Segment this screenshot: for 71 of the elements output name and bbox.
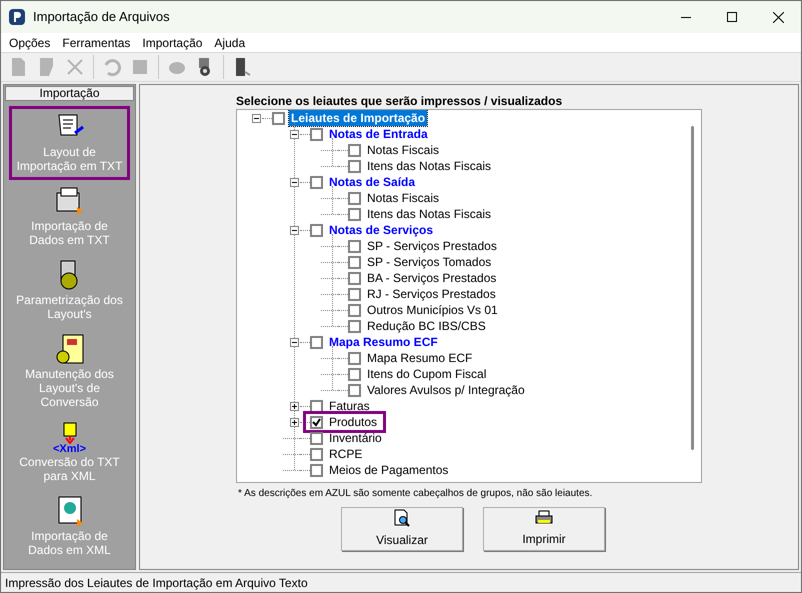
checkbox[interactable] (348, 208, 361, 220)
document-icon (62, 422, 76, 444)
document-magnifier-icon (393, 509, 411, 527)
checkbox[interactable] (310, 416, 323, 428)
checkbox[interactable] (348, 144, 361, 156)
menu-item[interactable]: Ferramentas (58, 34, 134, 52)
tree-item[interactable]: Notas de Entrada (327, 126, 430, 142)
checkbox[interactable] (310, 224, 323, 236)
tree-item[interactable]: RCPE (327, 446, 364, 462)
close-icon (772, 12, 784, 22)
expand-toggle[interactable] (290, 418, 299, 426)
tree-item[interactable]: Meios de Pagamentos (327, 462, 450, 478)
checkbox[interactable] (310, 464, 323, 476)
preview-button[interactable]: Visualizar (341, 507, 463, 551)
instruction-heading: Selecione os leiautes que serão impressos / visualizados (236, 93, 564, 109)
checkbox[interactable] (348, 304, 361, 316)
checkbox[interactable] (348, 256, 361, 268)
checkbox[interactable] (348, 352, 361, 364)
print-button[interactable]: Imprimir (483, 507, 605, 551)
checkbox[interactable] (272, 112, 285, 124)
checkbox[interactable] (310, 336, 323, 348)
check-icon (312, 418, 321, 426)
tree-item[interactable]: Notas Fiscais (365, 190, 442, 206)
tree-item[interactable]: SP - Serviços Tomados (365, 254, 494, 270)
collapse-toggle[interactable] (290, 130, 299, 138)
window-title: Importação de Arquivos (33, 8, 171, 26)
checkbox[interactable] (348, 192, 361, 204)
checkbox[interactable] (348, 288, 361, 300)
menu-item[interactable]: Ajuda (210, 34, 250, 52)
collapse-toggle[interactable] (290, 226, 299, 234)
menu-item[interactable]: Opções (5, 34, 54, 52)
printer-icon (535, 510, 553, 526)
checkbox[interactable] (348, 272, 361, 284)
collapse-toggle[interactable] (252, 114, 261, 122)
tree-item[interactable]: Notas de Serviços (327, 222, 436, 238)
tree-item[interactable]: Itens do Cupom Fiscal (365, 366, 488, 382)
tree-item[interactable]: Mapa Resumo ECF (327, 334, 440, 350)
checkbox[interactable] (348, 320, 361, 332)
tree-item[interactable]: Notas Fiscais (365, 142, 442, 158)
tree-item[interactable]: SP - Serviços Prestados (365, 238, 499, 254)
tree-item[interactable]: Mapa Resumo ECF (365, 350, 474, 366)
checkbox[interactable] (310, 448, 323, 460)
checkbox[interactable] (348, 160, 361, 172)
collapse-toggle[interactable] (290, 178, 299, 186)
app-logo-icon (9, 9, 25, 25)
tree-item[interactable]: Outros Municípios Vs 01 (365, 302, 500, 318)
tree-item[interactable]: Faturas (327, 398, 372, 414)
tree-item[interactable]: Notas de Saída (327, 174, 418, 190)
tree-item[interactable]: Inventário (327, 430, 384, 446)
tree-item[interactable]: Itens das Notas Fiscais (365, 158, 494, 174)
checkbox[interactable] (310, 128, 323, 140)
xml-tag: <Xml> (52, 444, 86, 455)
collapse-toggle[interactable] (290, 338, 299, 346)
tree-item[interactable]: Produtos (327, 414, 380, 430)
checkbox[interactable] (310, 176, 323, 188)
checkbox[interactable] (348, 368, 361, 380)
tree-item[interactable]: Leiautes de Importação (289, 110, 428, 126)
checkbox[interactable] (348, 384, 361, 396)
tree-item[interactable]: BA - Serviços Prestados (365, 270, 498, 286)
checkbox[interactable] (310, 432, 323, 444)
status-bar: Impressão dos Leiautes de Importação em Arquivo Texto (1, 572, 801, 592)
checkbox[interactable] (348, 240, 361, 252)
expand-toggle[interactable] (290, 402, 299, 410)
footnote: * As descrições em AZUL são somente cabeçalhos de grupos, não são leiautes. (238, 487, 594, 501)
tree-item[interactable]: Redução BC IBS/CBS (365, 318, 488, 334)
sidebar-header: Importação (5, 86, 134, 101)
tree-item[interactable]: Itens das Notas Fiscais (365, 206, 494, 222)
tree-item[interactable]: Valores Avulsos p/ Integração (365, 382, 527, 398)
tree-item[interactable]: RJ - Serviços Prestados (365, 286, 498, 302)
menu-item[interactable]: Importação (138, 34, 206, 52)
checkbox[interactable] (310, 400, 323, 412)
